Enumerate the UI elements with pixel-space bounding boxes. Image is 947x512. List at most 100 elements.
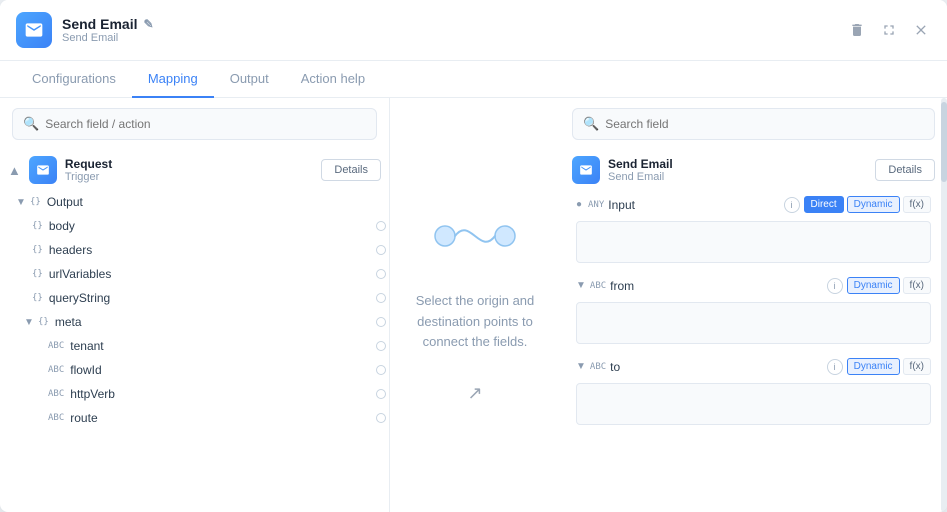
headers-label: headers [49,243,92,257]
field-input-tag-direct[interactable]: Direct [804,196,844,213]
field-to-chevron[interactable]: ▼ [576,361,586,372]
delete-button[interactable] [847,20,867,40]
destination-text: Send Email Send Email [608,157,673,183]
body-type: {} [32,221,43,231]
field-from-type: ABC [590,281,606,291]
field-input-header: ● ANY Input i Direct Dynamic f(x) [568,190,939,219]
left-search-input[interactable] [45,117,366,131]
output-label: Output [47,195,83,209]
tree-item-httpverb[interactable]: ABC httpVerb [8,382,381,406]
flowid-label: flowId [70,363,101,377]
field-to-area[interactable] [576,383,931,425]
window-controls [847,20,931,40]
tenant-label: tenant [70,339,103,353]
tab-output[interactable]: Output [214,61,285,98]
field-input-info[interactable]: i [784,197,800,213]
output-type: {} [30,197,41,207]
field-input: ● ANY Input i Direct Dynamic f(x) [568,190,939,263]
left-search-box[interactable]: 🔍 [12,108,377,140]
fields-scroll: ● ANY Input i Direct Dynamic f(x) [560,190,947,512]
tab-action-help[interactable]: Action help [285,61,381,98]
field-to-tag-dynamic[interactable]: Dynamic [847,358,900,375]
destination-title: Send Email [608,157,673,171]
cursor-indicator: ↗ [467,383,482,404]
tree-item-querystring[interactable]: {} queryString [8,286,381,310]
urlvariables-type: {} [32,269,43,279]
headers-type: {} [32,245,43,255]
main-window: Send Email ✎ Send Email Configurations M… [0,0,947,512]
expand-button[interactable] [879,20,899,40]
trigger-text: Request Trigger [65,157,112,183]
field-from-tags: Dynamic f(x) [847,277,931,294]
connect-svg [430,206,520,266]
field-input-type: ANY [588,200,604,210]
flowid-connector [376,365,386,375]
urlvariables-connector [376,269,386,279]
field-to-tags: Dynamic f(x) [847,358,931,375]
trigger-chevron[interactable]: ▲ [8,163,21,178]
tree-container: ▼ {} Output {} body {} headers {} urlVar… [0,190,389,512]
trigger-email-icon [36,163,50,177]
meta-chevron: ▼ [24,317,38,328]
tab-configurations[interactable]: Configurations [16,61,132,98]
field-input-tag-dynamic[interactable]: Dynamic [847,196,900,213]
tree-item-flowid[interactable]: ABC flowId [8,358,381,382]
field-from-tag-fx[interactable]: f(x) [903,277,931,294]
route-type: ABC [48,413,64,423]
field-input-area[interactable] [576,221,931,263]
edit-title-icon[interactable]: ✎ [143,17,153,31]
tab-bar: Configurations Mapping Output Action hel… [0,61,947,98]
tenant-connector [376,341,386,351]
body-connector [376,221,386,231]
tree-item-route[interactable]: ABC route [8,406,381,430]
field-from-chevron[interactable]: ▼ [576,280,586,291]
trigger-title: Request [65,157,112,171]
title-bar: Send Email ✎ Send Email [0,0,947,61]
destination-email-icon [579,163,593,177]
urlvariables-label: urlVariables [49,267,111,281]
field-from-area[interactable] [576,302,931,344]
tenant-type: ABC [48,341,64,351]
trigger-subtitle: Trigger [65,171,112,183]
querystring-label: queryString [49,291,110,305]
trigger-icon [29,156,57,184]
right-scrollbar[interactable] [941,98,947,512]
center-panel: Select the origin and destination points… [390,98,560,512]
tree-item-tenant[interactable]: ABC tenant [8,334,381,358]
field-input-name: Input [608,198,779,212]
trigger-details-button[interactable]: Details [321,159,381,181]
querystring-type: {} [32,293,43,303]
right-search-input[interactable] [605,117,924,131]
close-button[interactable] [911,20,931,40]
tree-item-output[interactable]: ▼ {} Output [8,190,381,214]
meta-label: meta [55,315,82,329]
httpverb-connector [376,389,386,399]
field-to-type: ABC [590,362,606,372]
field-from-header: ▼ ABC from i Dynamic f(x) [568,271,939,300]
field-from-tag-dynamic[interactable]: Dynamic [847,277,900,294]
output-chevron: ▼ [16,197,30,208]
tree-item-meta[interactable]: ▼ {} meta [8,310,381,334]
scrollbar-thumb [941,102,947,182]
field-from-info[interactable]: i [827,278,843,294]
tree-item-headers[interactable]: {} headers [8,238,381,262]
destination-subtitle: Send Email [608,171,673,183]
tab-mapping[interactable]: Mapping [132,61,214,98]
field-from: ▼ ABC from i Dynamic f(x) [568,271,939,344]
field-input-tag-fx[interactable]: f(x) [903,196,931,213]
body-label: body [49,219,75,233]
httpverb-type: ABC [48,389,64,399]
destination-details-button[interactable]: Details [875,159,935,181]
querystring-connector [376,293,386,303]
field-to-tag-fx[interactable]: f(x) [903,358,931,375]
right-search-box[interactable]: 🔍 [572,108,935,140]
connect-illustration [430,206,520,271]
window-subtitle: Send Email [62,32,154,44]
httpverb-label: httpVerb [70,387,115,401]
field-to: ▼ ABC to i Dynamic f(x) [568,352,939,425]
tree-item-body[interactable]: {} body [8,214,381,238]
connect-instruction: Select the origin and destination points… [410,291,540,353]
app-icon [16,12,52,48]
field-to-info[interactable]: i [827,359,843,375]
tree-item-urlvariables[interactable]: {} urlVariables [8,262,381,286]
